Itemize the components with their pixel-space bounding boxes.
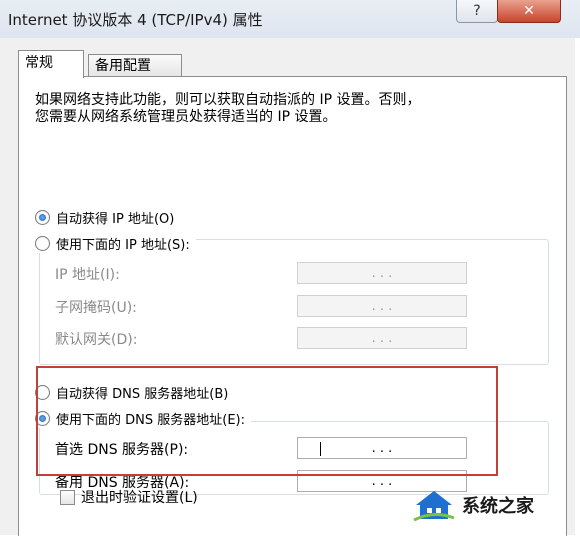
close-button[interactable]: ✕ xyxy=(497,0,561,23)
subnet-mask-dots: . . . xyxy=(371,298,393,314)
ip-address-input[interactable]: . . . xyxy=(297,262,467,284)
intro-line-2: 您需要从网络系统管理员处获得适当的 IP 设置。 xyxy=(35,109,337,125)
dns-auto-radio[interactable]: 自动获得 DNS 服务器地址(B) xyxy=(35,383,235,402)
preferred-dns-input[interactable]: . . . xyxy=(297,437,467,459)
subnet-mask-input[interactable]: . . . xyxy=(297,295,467,317)
radio-selected-icon xyxy=(35,210,50,225)
help-icon: ? xyxy=(473,3,481,19)
ip-auto-radio[interactable]: 自动获得 IP 地址(O) xyxy=(35,208,181,227)
help-button[interactable]: ? xyxy=(456,0,498,23)
watermark-text: 系统之家 xyxy=(462,496,534,517)
dialog-body: 常规 备用配置 如果网络支持此功能，则可以获取自动指派的 IP 设置。否则， 您… xyxy=(0,38,575,536)
ip-auto-label: 自动获得 IP 地址(O) xyxy=(56,212,175,227)
ip-manual-label: 使用下面的 IP 地址(S): xyxy=(56,238,190,253)
general-panel: 如果网络支持此功能，则可以获取自动指派的 IP 设置。否则， 您需要从网络系统管… xyxy=(18,76,567,536)
preferred-dns-label: 首选 DNS 服务器(P): xyxy=(55,442,189,458)
ip-address-label: IP 地址(I): xyxy=(55,267,120,283)
title-bar: Internet 协议版本 4 (TCP/IPv4) 属性 ? ✕ xyxy=(0,0,580,38)
intro-text: 如果网络支持此功能，则可以获取自动指派的 IP 设置。否则， 您需要从网络系统管… xyxy=(35,92,535,126)
tab-alternate-config[interactable]: 备用配置 xyxy=(88,54,182,77)
radio-unselected-icon xyxy=(35,236,50,251)
gateway-label: 默认网关(D): xyxy=(55,332,138,348)
validate-label: 退出时验证设置(L) xyxy=(81,490,198,506)
tab-general[interactable]: 常规 xyxy=(18,50,84,78)
intro-line-1: 如果网络支持此功能，则可以获取自动指派的 IP 设置。否则， xyxy=(35,92,421,108)
text-caret xyxy=(320,442,321,456)
window-title: Internet 协议版本 4 (TCP/IPv4) 属性 xyxy=(8,11,263,29)
subnet-mask-label: 子网掩码(U): xyxy=(55,300,137,316)
preferred-dns-dots: . . . xyxy=(371,440,393,456)
dns-auto-label: 自动获得 DNS 服务器地址(B) xyxy=(56,387,229,402)
radio-unselected-icon xyxy=(35,385,50,400)
close-icon: ✕ xyxy=(523,3,535,19)
gateway-input[interactable]: . . . xyxy=(297,327,467,349)
alternate-dns-dots: . . . xyxy=(371,473,393,489)
gateway-dots: . . . xyxy=(371,330,393,346)
dns-manual-label: 使用下面的 DNS 服务器地址(E): xyxy=(56,413,245,428)
ip-manual-radio[interactable]: 使用下面的 IP 地址(S): xyxy=(35,234,196,253)
ip-address-dots: . . . xyxy=(371,265,393,281)
validate-on-exit-checkbox[interactable]: 退出时验证设置(L) xyxy=(60,487,198,507)
house-logo-icon xyxy=(413,491,455,522)
radio-selected-icon xyxy=(35,411,50,426)
watermark-logo: 系统之家 xyxy=(412,488,534,522)
checkbox-icon xyxy=(60,489,75,505)
dns-manual-radio[interactable]: 使用下面的 DNS 服务器地址(E): xyxy=(35,409,251,428)
